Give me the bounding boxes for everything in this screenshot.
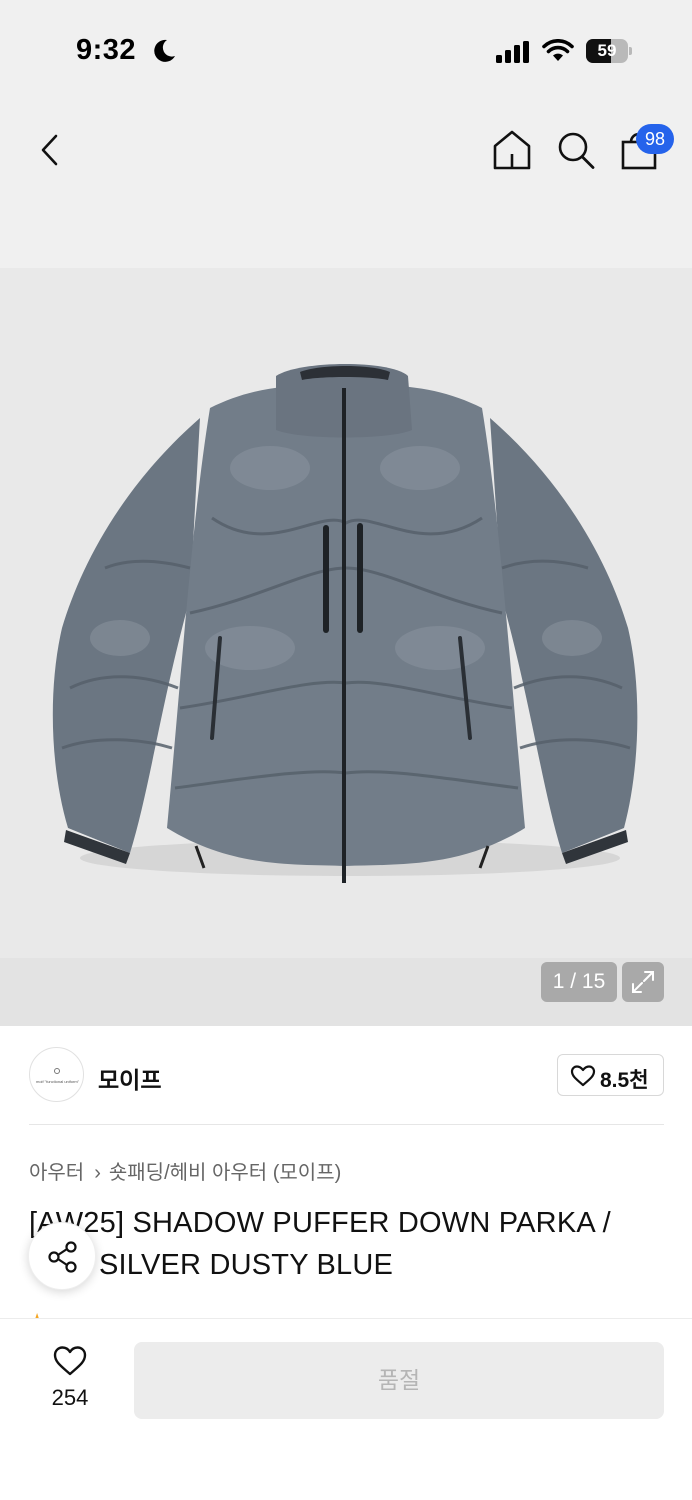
brand-like-button[interactable]: 8.5천 [557,1054,664,1096]
heart-icon [53,1346,87,1376]
wifi-icon [542,39,574,61]
brand-row[interactable]: moif "functional uniform" 모이프 8.5천 [0,1026,692,1126]
brand-logo-text: moif "functional uniform" [36,1079,79,1084]
cellular-signal-icon [496,41,529,63]
breadcrumb-subcategory[interactable]: 숏패딩/헤비 아우터 (모이프) [109,1162,341,1184]
product-title: [AW25] SHADOW PUFFER DOWN PARKA / SILVER… [29,1202,669,1286]
home-icon [493,130,531,170]
brand-name[interactable]: 모이프 [98,1061,161,1095]
status-time: 9:32 [76,34,137,66]
heart-icon [570,1065,596,1087]
share-icon [48,1241,77,1273]
divider [29,1124,664,1125]
top-area: 9:32 59 98 [0,0,692,268]
product-image[interactable] [0,268,692,958]
back-button[interactable] [34,128,70,172]
share-button[interactable] [28,1222,96,1290]
breadcrumb: 아우터 › 숏패딩/헤비 아우터 (모이프) [29,1156,341,1185]
expand-icon [632,971,654,993]
sold-out-button[interactable]: 품절 [134,1342,664,1419]
image-counter: 1 / 15 [541,962,617,1002]
back-icon [41,134,58,166]
battery-indicator: 59 [586,39,632,63]
breadcrumb-category[interactable]: 아우터 [29,1162,84,1184]
wishlist-button[interactable]: 254 [30,1345,110,1415]
product-title-line-1: [AW25] SHADOW PUFFER DOWN PARKA / [29,1207,611,1239]
cart-count-badge: 98 [636,124,674,154]
puffer-jacket-image [52,364,638,883]
wishlist-count: 254 [51,1385,89,1410]
expand-image-button[interactable] [622,962,664,1002]
search-button[interactable] [555,128,597,172]
product-image-gallery[interactable]: 1 / 15 [0,268,692,1026]
search-icon [558,132,595,169]
bottom-action-bar: 254 품절 [0,1318,692,1500]
brand-logo[interactable]: moif "functional uniform" [29,1047,84,1102]
battery-level: 59 [597,41,617,60]
home-button[interactable] [491,128,533,172]
brand-like-count: 8.5천 [600,1069,649,1092]
chevron-right-icon: › [94,1162,101,1184]
product-title-line-2: SILVER DUSTY BLUE [99,1249,394,1281]
moon-icon [154,39,175,62]
